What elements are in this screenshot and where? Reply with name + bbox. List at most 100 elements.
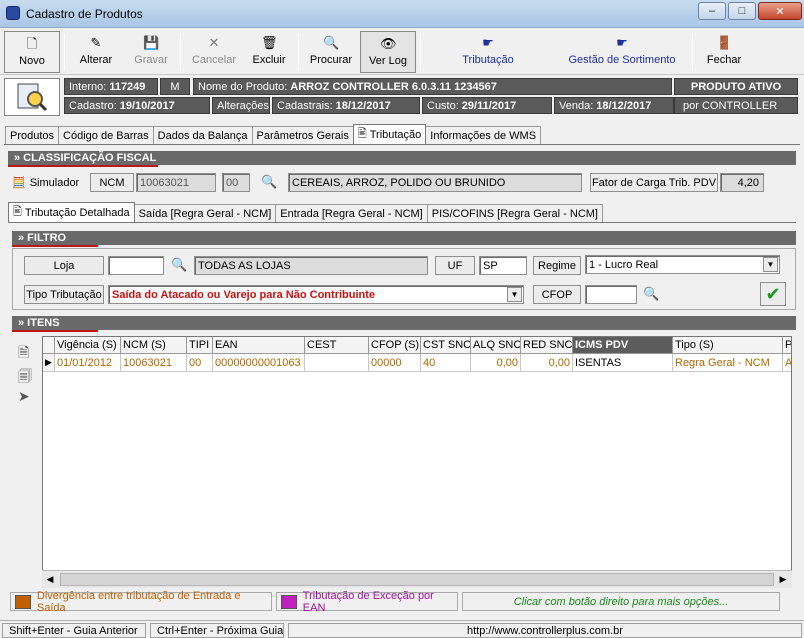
chevron-down-icon[interactable]: ▼: [763, 257, 778, 272]
col-tipo[interactable]: Tipo (S): [673, 337, 783, 354]
gravar-button[interactable]: 💾 Gravar: [126, 31, 176, 73]
uf-input[interactable]: SP: [479, 256, 527, 275]
cancelar-button[interactable]: ✕ Cancelar: [186, 31, 242, 73]
col-tipi[interactable]: TIPI: [187, 337, 213, 354]
grid-header: Vigência (S) NCM (S) TIPI EAN CEST CFOP …: [43, 337, 791, 354]
ncm-label: NCM: [90, 173, 134, 192]
fator-carga-value: 4,20: [720, 173, 764, 192]
maximize-button[interactable]: □: [728, 2, 756, 20]
simulador-button[interactable]: 🧮 Simulador: [12, 173, 84, 192]
tab-informacoes-wms[interactable]: Informações de WMS: [425, 126, 542, 144]
excluir-button[interactable]: 🗑 Excluir: [246, 31, 292, 73]
tab-produtos[interactable]: Produtos: [5, 126, 60, 144]
tab-tributacao-detalhada[interactable]: 🖹 Tributação Detalhada: [8, 202, 135, 222]
checkmark-icon: ✔: [765, 283, 781, 304]
cancel-x-icon: ✕: [208, 35, 220, 50]
search-globe-icon: 🔍: [323, 35, 340, 50]
tab-codigo-barras[interactable]: Código de Barras: [58, 126, 154, 144]
ver-log-button[interactable]: 👁 Ver Log: [360, 31, 416, 73]
pointing-hand-icon: ☛: [616, 35, 628, 50]
custo-value: 29/11/2017: [461, 99, 517, 112]
nome-produto-field: Nome do Produto: ARROZ CONTROLLER 6.0.3.1…: [193, 78, 672, 95]
scroll-right-icon[interactable]: ▶: [775, 571, 791, 588]
separator: [64, 33, 65, 71]
cell-ean[interactable]: 00000000001063: [213, 354, 305, 372]
cell-icms-pdv[interactable]: ISENTAS: [573, 354, 673, 372]
fechar-button[interactable]: 🚪 Fechar: [698, 31, 750, 73]
novo-button[interactable]: 🗋 Novo: [4, 31, 60, 73]
col-vigencia[interactable]: Vigência (S): [55, 337, 121, 354]
apply-filter-button[interactable]: ✔: [760, 282, 786, 306]
col-p[interactable]: P: [783, 337, 791, 354]
col-cst-snc[interactable]: CST SNC: [421, 337, 471, 354]
product-logo: [4, 78, 60, 116]
loja-button[interactable]: Loja: [24, 256, 104, 275]
cell-tipo[interactable]: Regra Geral - NCM: [673, 354, 783, 372]
scroll-thumb[interactable]: [60, 573, 774, 586]
cell-red-snc[interactable]: 0,00: [521, 354, 573, 372]
gravar-label: Gravar: [134, 54, 168, 66]
minimize-button[interactable]: –: [698, 2, 726, 20]
interno-value: 117249: [109, 80, 146, 93]
cell-cfop[interactable]: 00000: [369, 354, 421, 372]
tab-entrada-regra-geral[interactable]: Entrada [Regra Geral - NCM]: [275, 204, 428, 222]
cfop-input[interactable]: [585, 285, 637, 304]
arrow-right-icon[interactable]: ➤: [18, 388, 30, 405]
gestao-sortimento-button[interactable]: ☛ Gestão de Sortimento: [560, 31, 684, 73]
loja-description: TODAS AS LOJAS: [194, 256, 428, 275]
col-alq-snc[interactable]: ALQ SNC: [471, 337, 521, 354]
tab-pis-cofins[interactable]: PIS/COFINS [Regra Geral - NCM]: [426, 204, 603, 222]
status-bar: Shift+Enter - Guia Anterior Ctrl+Enter -…: [0, 620, 804, 638]
col-red-snc[interactable]: RED SNC: [521, 337, 573, 354]
ver-log-label: Ver Log: [369, 55, 407, 67]
cell-vigencia[interactable]: 01/01/2012: [55, 354, 121, 372]
legend-excecao: Tributação de Exceção por EAN: [276, 590, 458, 614]
nome-value: ARROZ CONTROLLER 6.0.3.11 1234567: [290, 80, 497, 93]
cell-cest[interactable]: [305, 354, 369, 372]
tab-tributacao-label: Tributação: [369, 128, 422, 141]
chevron-down-icon[interactable]: ▼: [507, 287, 522, 302]
search-globe-icon[interactable]: 🔍: [643, 286, 659, 302]
ncm-ex-field[interactable]: 00: [222, 173, 250, 192]
status-ctrl-hint: Ctrl+Enter - Próxima Guia: [150, 623, 284, 638]
tab-parametros-gerais[interactable]: Parâmetros Gerais: [251, 126, 354, 144]
ncm-field[interactable]: 10063021: [136, 173, 216, 192]
col-ean[interactable]: EAN: [213, 337, 305, 354]
col-cest[interactable]: CEST: [305, 337, 369, 354]
search-globe-icon[interactable]: 🔍: [261, 174, 279, 192]
cell-p[interactable]: Al: [783, 354, 791, 372]
gestao-sortimento-label: Gestão de Sortimento: [568, 54, 676, 66]
col-icms-pdv[interactable]: ICMS PDV: [573, 337, 673, 354]
cell-tipi[interactable]: 00: [187, 354, 213, 372]
fator-carga-label: Fator de Carga Trib. PDV: [590, 173, 718, 192]
close-button[interactable]: ✕: [758, 2, 802, 20]
cfop-label: CFOP: [533, 285, 581, 304]
tab-saida-regra-geral[interactable]: Saída [Regra Geral - NCM]: [133, 204, 277, 222]
search-globe-icon[interactable]: 🔍: [171, 257, 187, 273]
tributacao-button[interactable]: ☛ Tributação: [450, 31, 526, 73]
tipo-tributacao-label: Tipo Tributação: [24, 285, 104, 304]
add-item-icon[interactable]: 🗎: [18, 342, 29, 366]
procurar-button[interactable]: 🔍 Procurar: [304, 31, 358, 73]
col-cfop[interactable]: CFOP (S): [369, 337, 421, 354]
cell-alq-snc[interactable]: 0,00: [471, 354, 521, 372]
cancelar-label: Cancelar: [191, 54, 237, 66]
scroll-left-icon[interactable]: ◀: [42, 571, 58, 588]
col-ncm[interactable]: NCM (S): [121, 337, 187, 354]
loja-input[interactable]: [108, 256, 164, 275]
alterar-button[interactable]: ✎ Alterar: [70, 31, 122, 73]
copy-item-icon[interactable]: 🗐: [18, 366, 32, 390]
separator: [298, 33, 299, 71]
cell-ncm[interactable]: 10063021: [121, 354, 187, 372]
regime-select[interactable]: 1 - Lucro Real ▼: [585, 255, 780, 274]
itens-grid[interactable]: Vigência (S) NCM (S) TIPI EAN CEST CFOP …: [42, 336, 792, 588]
tipo-tributacao-select[interactable]: Saída do Atacado ou Varejo para Não Cont…: [108, 285, 524, 304]
cell-cst-snc[interactable]: 40: [421, 354, 471, 372]
cadastrais-label: Cadastrais:: [277, 99, 333, 112]
tributacao-label: Tributação: [462, 54, 514, 66]
context-menu-hint: Clicar com botão direito para mais opçõe…: [462, 592, 780, 611]
table-row[interactable]: ▶ 01/01/2012 10063021 00 00000000001063 …: [43, 354, 791, 372]
horizontal-scrollbar[interactable]: ◀ ▶: [42, 570, 792, 588]
tab-dados-balanca[interactable]: Dados da Balança: [152, 126, 253, 144]
tab-tributacao[interactable]: 🖹 Tributação: [352, 124, 427, 144]
